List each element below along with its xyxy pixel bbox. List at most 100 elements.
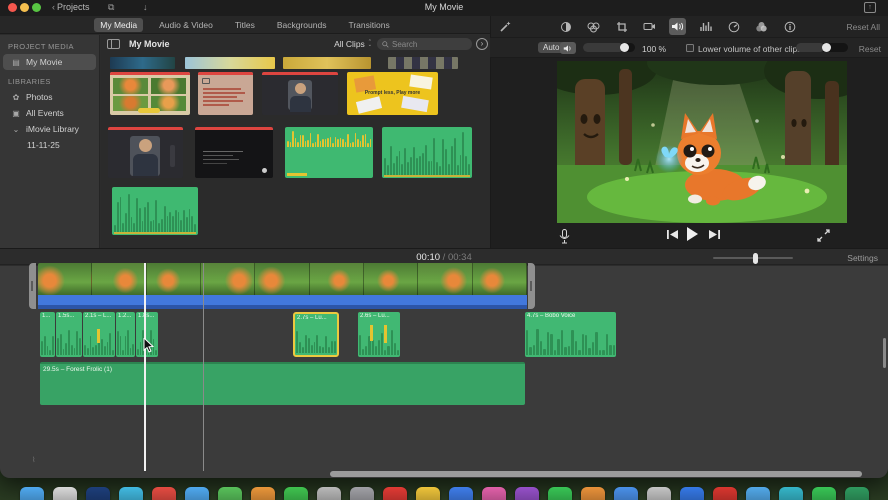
sidebar-item-my-movie[interactable]: ▤ My Movie <box>3 54 96 70</box>
media-thumb-audio-yellow[interactable] <box>285 127 373 178</box>
audio-clip[interactable]: 1... <box>40 312 55 357</box>
color-balance-icon[interactable] <box>557 18 574 35</box>
playhead[interactable] <box>144 263 146 471</box>
search-box[interactable] <box>377 38 472 50</box>
reset-all-button[interactable]: Reset All <box>846 22 880 32</box>
dock-icon[interactable] <box>184 487 209 500</box>
clip-trim-handle-left[interactable] <box>29 263 36 309</box>
next-frame-button[interactable] <box>709 229 720 240</box>
mute-button[interactable] <box>560 42 576 54</box>
sidebar-item-library-date[interactable]: 11-11-25 <box>3 137 96 153</box>
sidebar-item-all-events[interactable]: ▣ All Events <box>3 105 96 121</box>
window-title: My Movie <box>424 2 464 12</box>
tab-my-media[interactable]: My Media <box>94 17 144 32</box>
dock-icon[interactable] <box>613 487 638 500</box>
dock-icon[interactable] <box>778 487 803 500</box>
filters-icon[interactable] <box>753 18 770 35</box>
clip-strip[interactable] <box>283 57 371 69</box>
clip-strip[interactable] <box>185 57 275 69</box>
stabilization-icon[interactable] <box>641 18 658 35</box>
video-clip-filmstrip[interactable] <box>38 263 527 295</box>
music-clip[interactable]: 29.5s – Forest Frolic (1) <box>40 362 525 405</box>
record-voiceover-icon[interactable] <box>559 229 570 244</box>
vertical-scrollbar[interactable] <box>883 338 886 368</box>
volume-icon[interactable] <box>669 18 686 35</box>
dock-icon[interactable] <box>52 487 77 500</box>
media-thumb-promo[interactable]: Prompt less, Play more <box>347 72 438 115</box>
clip-strip[interactable] <box>388 57 458 69</box>
dock-icon[interactable] <box>811 487 836 500</box>
media-thumb-presenter[interactable] <box>262 72 338 115</box>
dock-icon[interactable] <box>151 487 176 500</box>
promo-caption: Prompt less, Play more <box>364 90 421 96</box>
media-thumb-screen-recording[interactable] <box>195 127 273 178</box>
filmstrip-frame <box>309 263 364 295</box>
dock-icon[interactable] <box>250 487 275 500</box>
lower-volume-slider[interactable] <box>796 43 848 52</box>
media-thumb-notes-doc[interactable] <box>198 72 253 115</box>
sidebar-toggle-icon[interactable] <box>107 39 120 49</box>
media-thumb-audio-wave-2[interactable] <box>112 187 198 235</box>
volume-reset-button[interactable]: Reset <box>859 44 881 54</box>
dock-icon[interactable] <box>481 487 506 500</box>
dock-icon[interactable] <box>712 487 737 500</box>
browser-title: My Movie <box>129 39 170 49</box>
dock-icon[interactable] <box>844 487 869 500</box>
dock-icon[interactable] <box>547 487 572 500</box>
speed-icon[interactable] <box>725 18 742 35</box>
all-events-icon: ▣ <box>12 108 20 118</box>
dock-icon[interactable] <box>415 487 440 500</box>
dock-icon[interactable] <box>19 487 44 500</box>
dock-icon[interactable] <box>118 487 143 500</box>
fullscreen-icon[interactable] <box>817 229 830 242</box>
horizontal-scrollbar[interactable] <box>330 471 862 477</box>
dock-icon[interactable] <box>745 487 770 500</box>
tab-titles[interactable]: Titles <box>229 18 261 32</box>
audio-clip[interactable]: 2.1s – L... <box>83 312 115 357</box>
clip-strip[interactable] <box>110 57 175 69</box>
clip-trim-handle-right[interactable] <box>528 263 535 309</box>
search-input[interactable] <box>392 39 462 49</box>
volume-slider[interactable] <box>583 43 635 52</box>
dock-icon[interactable] <box>382 487 407 500</box>
dock-icon[interactable] <box>316 487 341 500</box>
dock-icon[interactable] <box>448 487 473 500</box>
crop-icon[interactable] <box>613 18 630 35</box>
lower-volume-label: Lower volume of other clips: <box>698 44 804 54</box>
share-icon[interactable]: ↑ <box>864 2 876 13</box>
media-thumb-presenter-2[interactable] <box>108 127 183 178</box>
audio-clip[interactable]: 1.2... <box>116 312 135 357</box>
dock-icon[interactable] <box>217 487 242 500</box>
audio-clip[interactable]: 1.5s... <box>56 312 82 357</box>
audio-clip-bobo-voice[interactable]: 4.7s – Bobo Voice <box>525 312 616 357</box>
play-button[interactable] <box>685 227 699 241</box>
lower-volume-checkbox[interactable] <box>686 44 694 52</box>
timeline-zoom-slider[interactable] <box>713 253 793 264</box>
tab-backgrounds[interactable]: Backgrounds <box>271 18 333 32</box>
enhance-wand-icon[interactable] <box>499 20 512 33</box>
clip-filter-dropdown[interactable]: All Clips ⌃ ⌄ <box>334 39 372 49</box>
audio-clip[interactable]: 2.6s – Lu... <box>358 312 400 357</box>
audio-clip-selected[interactable]: 2.7s – Lu... <box>293 312 339 357</box>
dock-icon[interactable] <box>85 487 110 500</box>
previous-frame-button[interactable] <box>667 229 678 240</box>
timeline-settings-button[interactable]: Settings <box>847 253 878 263</box>
sidebar-item-photos[interactable]: ✿ Photos <box>3 89 96 105</box>
dock-icon[interactable] <box>349 487 374 500</box>
media-thumb-fox-grid[interactable] <box>110 72 190 115</box>
tab-transitions[interactable]: Transitions <box>342 18 395 32</box>
dock-icon[interactable] <box>283 487 308 500</box>
clip-info-icon[interactable] <box>781 18 798 35</box>
video-clip-audio-bar[interactable] <box>38 295 527 309</box>
volume-percent: 100 % <box>642 44 667 54</box>
media-thumb-audio-wave[interactable] <box>382 127 472 178</box>
tab-audio-video[interactable]: Audio & Video <box>153 18 219 32</box>
color-correction-icon[interactable] <box>585 18 602 35</box>
sidebar-item-imovie-library[interactable]: ⌄ iMovie Library <box>3 121 96 137</box>
dock-icon[interactable] <box>580 487 605 500</box>
noise-reduction-icon[interactable] <box>697 18 714 35</box>
dock-icon[interactable] <box>514 487 539 500</box>
content-forward-icon[interactable]: › <box>476 38 488 50</box>
dock-icon[interactable] <box>646 487 671 500</box>
dock-icon[interactable] <box>679 487 704 500</box>
